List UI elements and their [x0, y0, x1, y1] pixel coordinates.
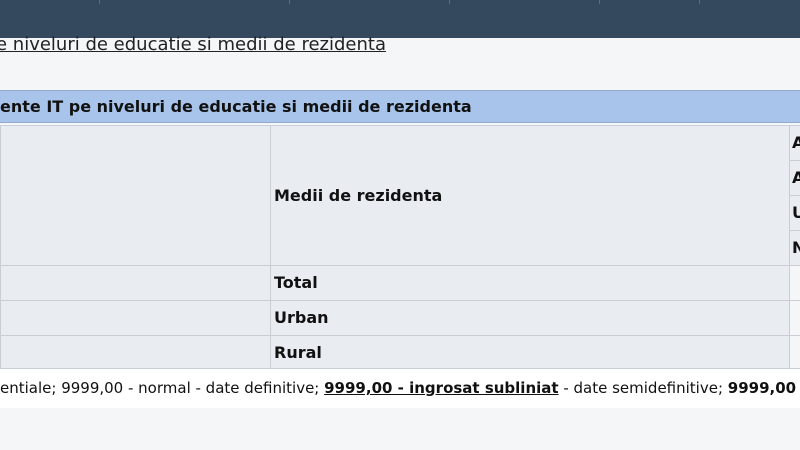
row-value-cell	[789, 265, 800, 301]
right-header-cell: A	[789, 160, 800, 196]
row-stub-cell	[0, 300, 271, 336]
right-header-cell: U	[789, 195, 800, 231]
nav-item-1[interactable]	[0, 0, 100, 4]
right-header-cell: A	[789, 125, 800, 161]
row-label-total: Total	[270, 265, 790, 301]
table-corner-cell	[0, 125, 271, 266]
row-value-cell	[789, 300, 800, 336]
footnote-bold: 9999,00 - ingrosa	[727, 379, 800, 397]
row-label-rural: Rural	[270, 335, 790, 370]
nav-item-2[interactable]	[100, 0, 290, 4]
nav-item-3[interactable]	[290, 0, 450, 4]
footnote-text: entiale; 9999,00 - normal - date definit…	[0, 379, 325, 397]
header-medii-de-rezidenta: Medii de rezidenta	[270, 125, 790, 266]
row-label-urban: Urban	[270, 300, 790, 336]
row-stub-cell	[0, 335, 271, 370]
nav-item-5[interactable]	[600, 0, 700, 4]
table-page-link[interactable]: e niveluri de educatie si medii de rezid…	[0, 34, 386, 55]
row-value-cell	[789, 335, 800, 370]
footnote-bold-underlined: 9999,00 - ingrosat subliniat	[324, 379, 559, 397]
nav-item-6[interactable]	[700, 0, 800, 4]
nav-item-4[interactable]	[450, 0, 600, 4]
legend-footnote: entiale; 9999,00 - normal - date definit…	[0, 368, 800, 409]
table-title: ente IT pe niveluri de educatie si medii…	[0, 90, 800, 123]
row-stub-cell	[0, 265, 271, 301]
right-header-cell: N	[789, 230, 800, 266]
top-navigation-bar	[0, 0, 800, 38]
page-background	[0, 408, 800, 450]
footnote-text: - date semidefinitive;	[558, 379, 728, 397]
